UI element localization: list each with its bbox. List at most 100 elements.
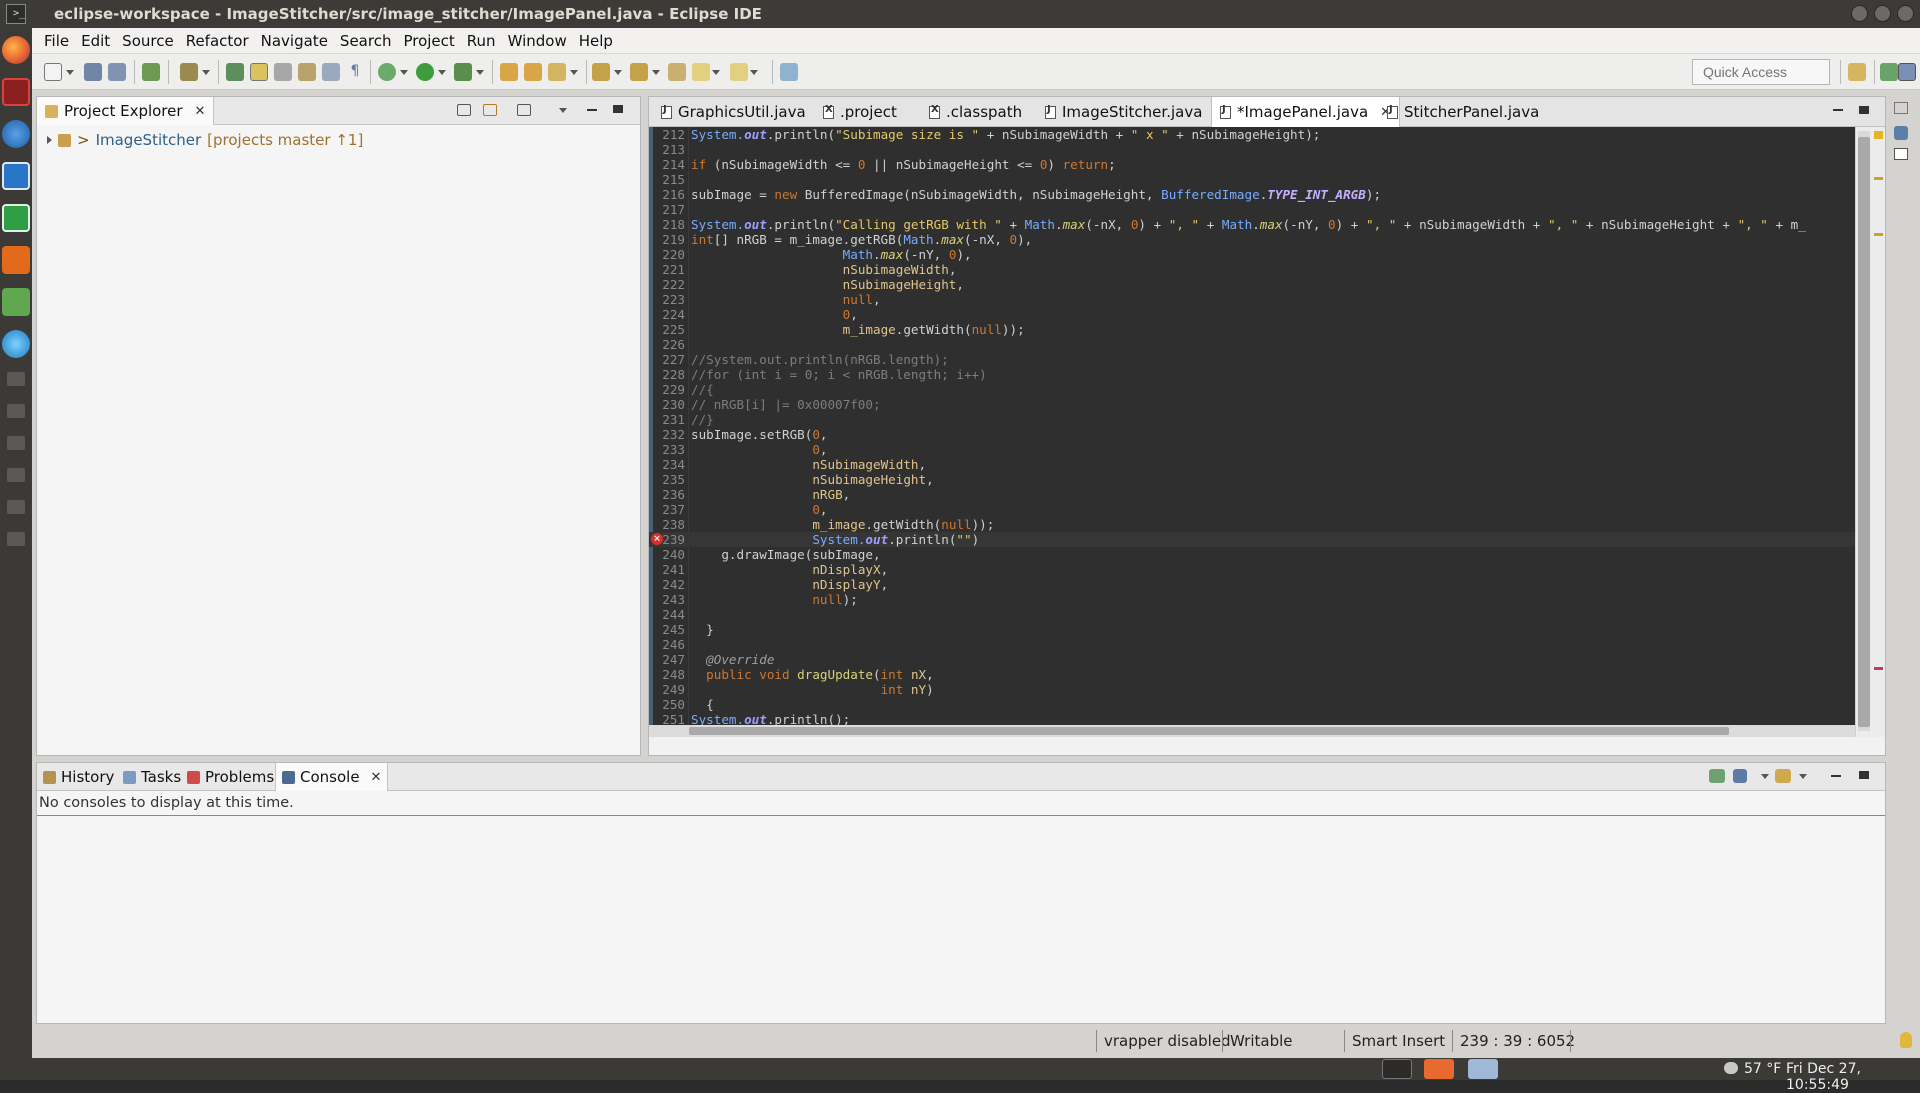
tab-project-explorer[interactable]: Project Explorer ✕: [37, 97, 215, 125]
eclipse-app-icon[interactable]: [2, 78, 30, 106]
close-icon[interactable]: ✕: [371, 770, 382, 785]
maximize-window-button[interactable]: [1874, 5, 1891, 22]
external-tools-dropdown-icon[interactable]: [476, 70, 484, 75]
code-line[interactable]: 247 @Override: [649, 652, 1857, 667]
save-all-icon[interactable]: [108, 63, 126, 81]
prev-edit-icon[interactable]: [630, 63, 648, 81]
code-line[interactable]: 242 nDisplayY,: [649, 577, 1857, 592]
code-text[interactable]: System.out.println("Subimage size is " +…: [691, 127, 1320, 142]
code-line[interactable]: 213: [649, 142, 1857, 157]
calc-icon[interactable]: [2, 204, 30, 232]
close-window-button[interactable]: [1897, 5, 1914, 22]
minimize-window-button[interactable]: [1851, 5, 1868, 22]
menu-source[interactable]: Source: [116, 32, 180, 50]
code-text[interactable]: g.drawImage(subImage,: [691, 547, 880, 562]
menu-window[interactable]: Window: [502, 32, 573, 50]
code-text[interactable]: m_image.getWidth(null));: [691, 517, 994, 532]
menu-help[interactable]: Help: [573, 32, 619, 50]
code-line[interactable]: 245 }: [649, 622, 1857, 637]
outline-icon[interactable]: [1894, 126, 1908, 140]
firefox-task-icon[interactable]: [1424, 1059, 1454, 1079]
code-text[interactable]: public void dragUpdate(int nX,: [691, 667, 934, 682]
external-tools-icon[interactable]: [454, 63, 472, 81]
view-menu-icon[interactable]: [559, 108, 567, 113]
task-list-icon[interactable]: [1894, 148, 1908, 160]
next-edit-icon[interactable]: [592, 63, 610, 81]
writer-icon[interactable]: [2, 162, 30, 190]
code-line[interactable]: 212 System.out.println("Subimage size is …: [649, 127, 1857, 142]
code-line[interactable]: 222 nSubimageHeight,: [649, 277, 1857, 292]
tab-stitcherpanel[interactable]: StitcherPanel.java: [1379, 97, 1547, 127]
code-text[interactable]: System.out.println(""): [691, 532, 979, 547]
next-annotation-icon[interactable]: [298, 63, 316, 81]
filter-icon[interactable]: [517, 104, 531, 116]
code-text[interactable]: if (nSubimageWidth <= 0 || nSubimageHeig…: [691, 157, 1116, 172]
prev-edit-dropdown-icon[interactable]: [652, 70, 660, 75]
code-line[interactable]: 223 null,: [649, 292, 1857, 307]
menu-file[interactable]: File: [38, 32, 75, 50]
matlab-icon[interactable]: [2, 246, 30, 274]
code-text[interactable]: subImage = new BufferedImage(nSubimageWi…: [691, 187, 1381, 202]
code-line[interactable]: 221 nSubimageWidth,: [649, 262, 1857, 277]
new-icon[interactable]: [44, 63, 62, 81]
code-text[interactable]: nDisplayY,: [691, 577, 888, 592]
run-icon[interactable]: [416, 63, 434, 81]
code-line[interactable]: 241 nDisplayX,: [649, 562, 1857, 577]
error-overview-mark[interactable]: [1874, 667, 1883, 670]
code-text[interactable]: nDisplayX,: [691, 562, 888, 577]
menu-refactor[interactable]: Refactor: [180, 32, 255, 50]
minimize-editor-icon[interactable]: [1833, 109, 1843, 111]
warning-overview-mark[interactable]: [1874, 131, 1883, 139]
link-with-editor-icon[interactable]: [483, 104, 497, 116]
build-icon[interactable]: [180, 63, 198, 81]
pin-console-icon[interactable]: [1733, 769, 1747, 783]
code-editor[interactable]: 212 System.out.println("Subimage size is …: [649, 127, 1857, 737]
pin-dropdown-icon[interactable]: [1761, 774, 1769, 779]
collapse-all-icon[interactable]: [457, 104, 471, 116]
code-line[interactable]: 224 0,: [649, 307, 1857, 322]
code-line[interactable]: 250 {: [649, 697, 1857, 712]
block-selection-icon[interactable]: [322, 63, 340, 81]
quick-access-input[interactable]: [1692, 59, 1830, 85]
tab-tasks[interactable]: Tasks: [117, 763, 187, 791]
code-text[interactable]: //for (int i = 0; i < nRGB.length; i++): [691, 367, 987, 382]
tab-console[interactable]: Console ✕: [275, 763, 389, 791]
forward-icon[interactable]: [730, 63, 748, 81]
tab-problems[interactable]: Problems: [181, 763, 280, 791]
tab-imagestitcher[interactable]: ImageStitcher.java: [1037, 97, 1210, 127]
code-line[interactable]: 249 int nY): [649, 682, 1857, 697]
maximize-view-icon[interactable]: [613, 105, 623, 113]
lightbulb-icon[interactable]: [1900, 1032, 1912, 1048]
code-line[interactable]: 232 subImage.setRGB(0,: [649, 427, 1857, 442]
debug-dropdown-icon[interactable]: [400, 70, 408, 75]
warning-overview-mark[interactable]: [1874, 177, 1883, 180]
skip-breakpoints-icon[interactable]: [142, 63, 160, 81]
code-line[interactable]: 233 0,: [649, 442, 1857, 457]
code-line[interactable]: 238 m_image.getWidth(null));: [649, 517, 1857, 532]
open-console-dropdown-icon[interactable]: [1799, 774, 1807, 779]
search-dropdown-icon[interactable]: [570, 70, 578, 75]
system-monitor-icon[interactable]: [2, 288, 30, 316]
show-whitespace-icon[interactable]: ¶: [346, 63, 364, 81]
code-line[interactable]: 235 nSubimageHeight,: [649, 472, 1857, 487]
restore-icon[interactable]: [1894, 102, 1908, 114]
code-text[interactable]: {: [691, 697, 714, 712]
code-text[interactable]: int[] nRGB = m_image.getRGB(Math.max(-nX…: [691, 232, 1032, 247]
code-line[interactable]: 219 int[] nRGB = m_image.getRGB(Math.max(…: [649, 232, 1857, 247]
last-edit-location-icon[interactable]: [668, 63, 686, 81]
vertical-scroll-thumb[interactable]: [1858, 137, 1870, 727]
code-line[interactable]: 231 //}: [649, 412, 1857, 427]
code-line[interactable]: 218 System.out.println("Calling getRGB wi…: [649, 217, 1857, 232]
minimize-view-icon[interactable]: [1831, 775, 1841, 777]
code-line[interactable]: 228 //for (int i = 0; i < nRGB.length; i+…: [649, 367, 1857, 382]
code-line[interactable]: 230 // nRGB[i] |= 0x00007f00;: [649, 397, 1857, 412]
forward-dropdown-icon[interactable]: [750, 70, 758, 75]
code-line[interactable]: 248 public void dragUpdate(int nX,: [649, 667, 1857, 682]
format-icon[interactable]: [274, 63, 292, 81]
expand-arrow-icon[interactable]: [47, 136, 52, 144]
thunderbird-icon[interactable]: [2, 120, 30, 148]
code-text[interactable]: nSubimageWidth,: [691, 262, 957, 277]
save-icon[interactable]: [84, 63, 102, 81]
code-text[interactable]: int nY): [691, 682, 934, 697]
menu-project[interactable]: Project: [397, 32, 460, 50]
